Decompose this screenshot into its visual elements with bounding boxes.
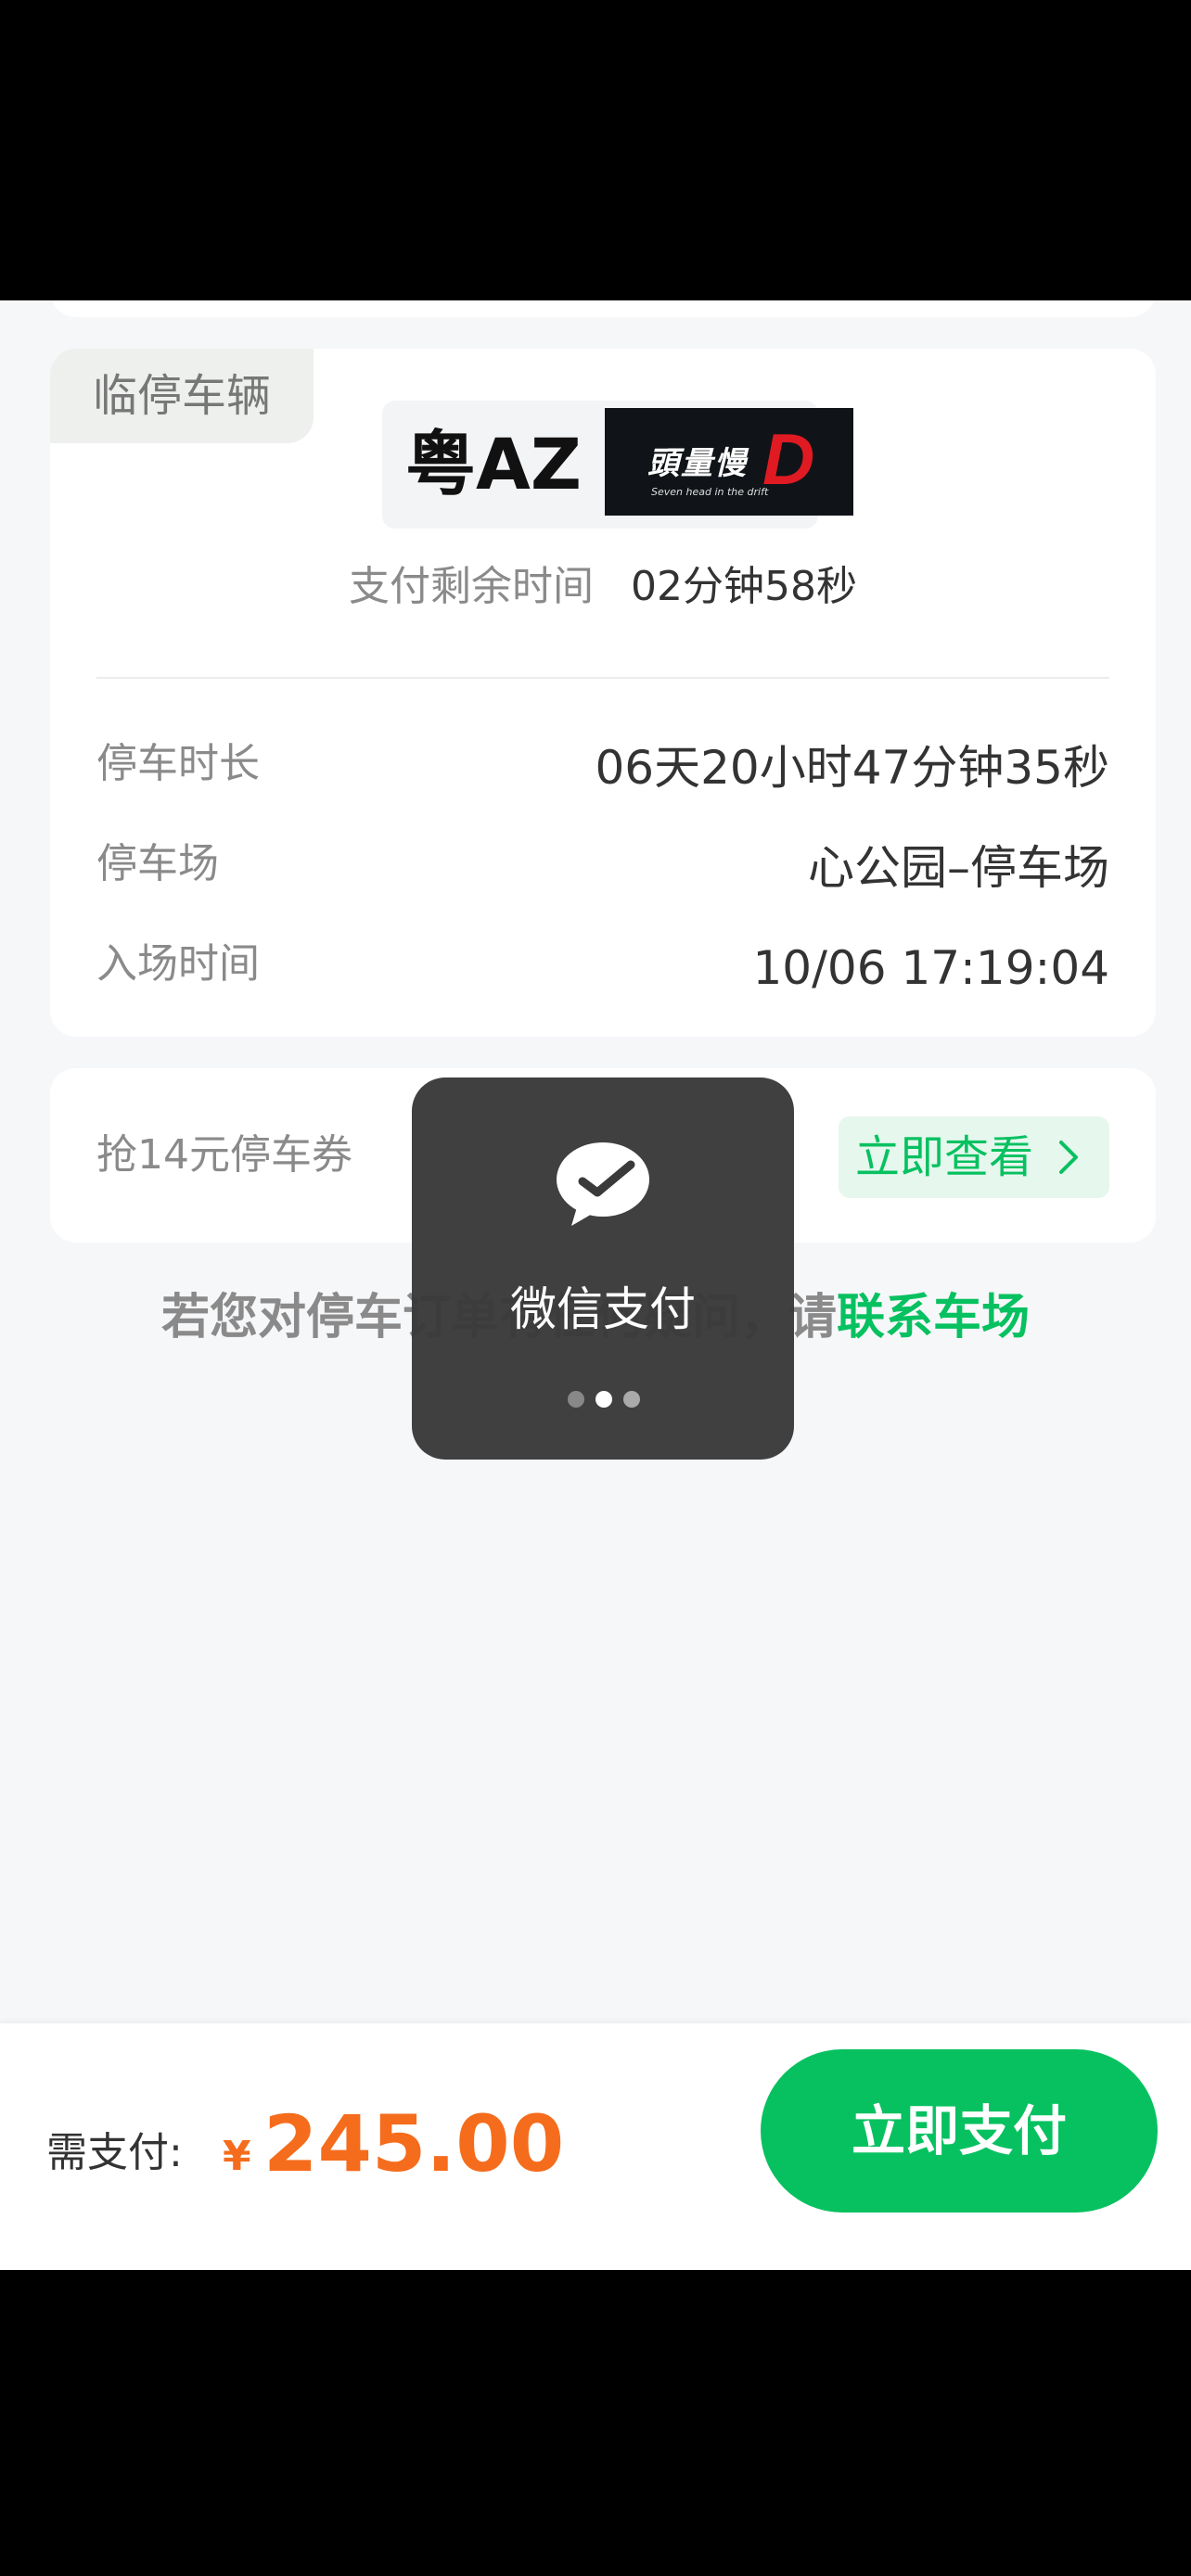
loading-dot [568, 1391, 584, 1408]
view-coupon-button[interactable]: 立即查看 [839, 1116, 1109, 1198]
plate-logo-image: 頭量慢 D Seven head in the drift [605, 408, 853, 516]
loading-dots [568, 1391, 642, 1409]
vehicle-card: 临停车辆 粤AZ 頭量慢 D Seven head in the drift 支… [50, 349, 1156, 1037]
payment-screen: 临停车辆 粤AZ 頭量慢 D Seven head in the drift 支… [0, 300, 1191, 2270]
plate-logo-text: 頭量慢 [647, 445, 748, 482]
contact-parking-link[interactable]: 联系车场 [837, 1290, 1030, 1345]
pay-amount: 245.00 [263, 2098, 565, 2189]
pay-now-button[interactable]: 立即支付 [761, 2049, 1158, 2213]
info-row-entry-time: 入场时间 10/06 17:19:04 [96, 927, 1109, 1001]
currency-symbol: ¥ [223, 2133, 251, 2180]
payment-bar: 需支付: ¥ 245.00 立即支付 [0, 2023, 1191, 2270]
plate-number: 粤AZ [405, 423, 582, 505]
view-coupon-label: 立即查看 [855, 1131, 1034, 1183]
previous-card-edge [50, 300, 1156, 317]
license-plate: 粤AZ 頭量慢 D Seven head in the drift [382, 401, 853, 529]
parking-lot-value: 心公园–停车场 [808, 841, 1109, 895]
entry-time-value: 10/06 17:19:04 [752, 941, 1109, 995]
countdown-value: 02分钟58秒 [631, 563, 857, 610]
divider [96, 677, 1109, 679]
loading-dot [623, 1391, 640, 1408]
loading-dot-active [596, 1391, 612, 1408]
duration-value: 06天20小时47分钟35秒 [595, 741, 1110, 795]
pay-label: 需支付: [46, 2129, 183, 2176]
toast-title: 微信支付 [510, 1282, 696, 1336]
wechat-pay-icon [557, 1142, 649, 1226]
info-row-parking-lot: 停车场 心公园–停车场 [96, 827, 1109, 901]
chevron-right-icon [1059, 1141, 1078, 1174]
info-row-duration: 停车时长 06天20小时47分钟35秒 [96, 727, 1109, 801]
coupon-text: 抢14元停车券 [96, 1131, 352, 1179]
entry-time-label: 入场时间 [96, 940, 260, 988]
vehicle-type-tag: 临停车辆 [50, 349, 314, 443]
countdown-label: 支付剩余时间 [349, 563, 594, 610]
parking-lot-label: 停车场 [96, 840, 219, 887]
wechat-pay-loading-toast: 微信支付 [412, 1078, 794, 1460]
payment-countdown: 支付剩余时间 02分钟58秒 [50, 555, 1156, 619]
plate-logo-letter: D [762, 418, 815, 500]
plate-logo-subtext: Seven head in the drift [651, 486, 769, 498]
duration-label: 停车时长 [96, 740, 260, 787]
